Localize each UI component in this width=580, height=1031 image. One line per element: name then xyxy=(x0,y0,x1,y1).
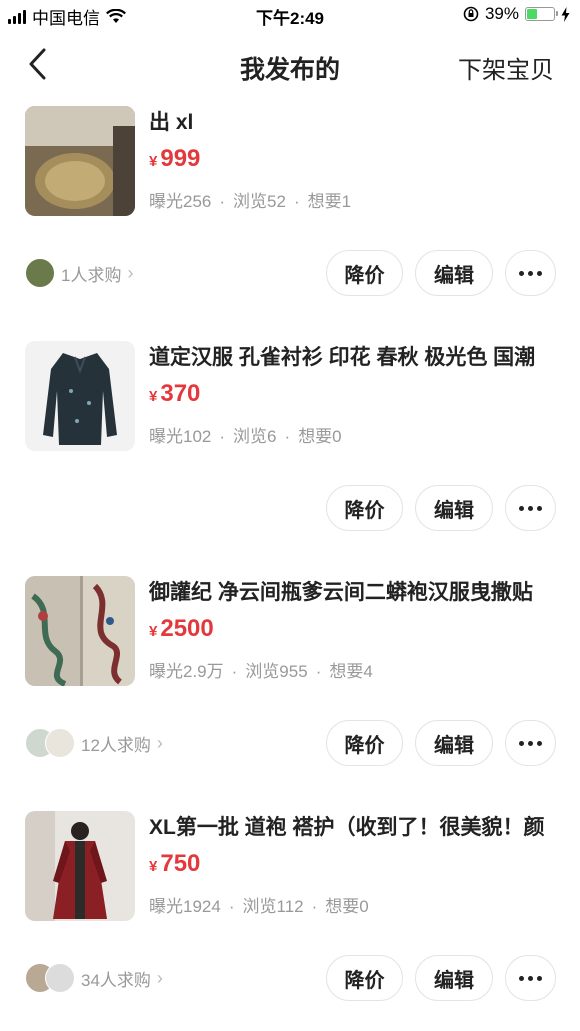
avatar xyxy=(25,258,55,288)
more-button[interactable] xyxy=(505,955,556,1001)
orientation-lock-icon xyxy=(463,6,479,22)
price-cut-button[interactable]: 降价 xyxy=(326,720,403,766)
buyer-requests[interactable]: 1人求购 › xyxy=(25,258,133,288)
stat-separator: · xyxy=(315,662,322,681)
stat-separator: · xyxy=(219,427,226,446)
price-cut-button[interactable]: 降价 xyxy=(326,485,403,531)
battery-icon xyxy=(525,7,558,21)
product-image[interactable] xyxy=(25,106,135,216)
more-button[interactable] xyxy=(505,720,556,766)
edit-button[interactable]: 编辑 xyxy=(415,720,493,766)
product-title[interactable]: 御讙纪 净云间瓶爹云间二蟒袍汉服曳撒贴 xyxy=(149,580,559,606)
product-price: ¥370 xyxy=(149,379,559,412)
product-price: ¥999 xyxy=(149,144,559,177)
edit-button[interactable]: 编辑 xyxy=(415,955,493,1001)
price-value: 999 xyxy=(160,145,201,172)
product-title[interactable]: 道定汉服 孔雀衬衫 印花 春秋 极光色 国潮 xyxy=(149,345,559,371)
currency-symbol: ¥ xyxy=(149,388,158,405)
currency-symbol: ¥ xyxy=(149,153,158,170)
currency-symbol: ¥ xyxy=(149,623,158,640)
product-stats: 曝光2.9万 · 浏览955 · 想要4 xyxy=(149,661,559,683)
product-image[interactable] xyxy=(25,576,135,686)
view-count: 浏览6 xyxy=(233,427,277,446)
product-stats: 曝光102 · 浏览6 · 想要0 xyxy=(149,426,559,448)
edit-button[interactable]: 编辑 xyxy=(415,250,493,296)
battery-percent: 39% xyxy=(484,4,519,23)
status-bar: 中国电信 下午2:49 39% xyxy=(0,0,580,30)
buyer-requests[interactable]: 12人求购 › xyxy=(25,728,163,758)
want-count: 想要1 xyxy=(307,192,352,211)
more-icon xyxy=(519,505,542,511)
stat-separator: · xyxy=(228,897,235,916)
delist-button[interactable]: 下架宝贝 xyxy=(458,50,554,85)
view-count: 浏览112 xyxy=(242,897,304,916)
price-cut-button[interactable]: 降价 xyxy=(326,250,403,296)
nav-bar: 我发布的 下架宝贝 xyxy=(0,30,580,100)
product-title[interactable]: XL第一批 道袍 褡护（收到了！很美貌！颜 xyxy=(149,815,559,841)
more-icon xyxy=(519,740,542,746)
stat-separator: · xyxy=(293,192,300,211)
product-title[interactable]: 出 xl xyxy=(149,110,559,136)
more-button[interactable] xyxy=(505,250,556,296)
want-count: 想要4 xyxy=(329,662,373,681)
buyer-count: 1人求购 xyxy=(61,265,122,285)
want-count: 想要0 xyxy=(298,427,342,446)
product-stats: 曝光1924 · 浏览112 · 想要0 xyxy=(149,896,559,918)
chevron-right-icon: › xyxy=(156,967,163,988)
price-cut-button[interactable]: 降价 xyxy=(326,955,403,1001)
edit-button[interactable]: 编辑 xyxy=(415,485,493,531)
want-count: 想要0 xyxy=(325,897,369,916)
buyer-count: 34人求购 xyxy=(81,970,151,990)
price-value: 370 xyxy=(160,380,201,407)
stat-separator: · xyxy=(231,662,238,681)
exposure-count: 曝光256 xyxy=(149,192,212,211)
buyer-requests[interactable]: 34人求购 › xyxy=(25,963,163,993)
exposure-count: 曝光1924 xyxy=(149,897,221,916)
more-icon xyxy=(519,270,542,276)
product-price: ¥750 xyxy=(149,849,559,882)
product-price: ¥2500 xyxy=(149,614,559,647)
chevron-right-icon: › xyxy=(156,732,163,753)
price-value: 750 xyxy=(160,850,201,877)
currency-symbol: ¥ xyxy=(149,858,158,875)
stat-separator: · xyxy=(219,192,226,211)
view-count: 浏览52 xyxy=(233,192,286,211)
more-button[interactable] xyxy=(505,485,556,531)
buyer-count: 12人求购 xyxy=(81,735,151,755)
avatar xyxy=(45,963,75,993)
view-count: 浏览955 xyxy=(245,662,308,681)
product-image[interactable] xyxy=(25,811,135,921)
stat-separator: · xyxy=(284,427,291,446)
more-icon xyxy=(519,975,542,981)
product-image[interactable] xyxy=(25,341,135,451)
exposure-count: 曝光102 xyxy=(149,427,212,446)
product-stats: 曝光256 · 浏览52 · 想要1 xyxy=(149,191,559,213)
avatar xyxy=(45,728,75,758)
exposure-count: 曝光2.9万 xyxy=(149,662,224,681)
stat-separator: · xyxy=(311,897,318,916)
chevron-right-icon: › xyxy=(127,262,134,283)
price-value: 2500 xyxy=(160,615,214,642)
charging-icon xyxy=(561,6,570,22)
